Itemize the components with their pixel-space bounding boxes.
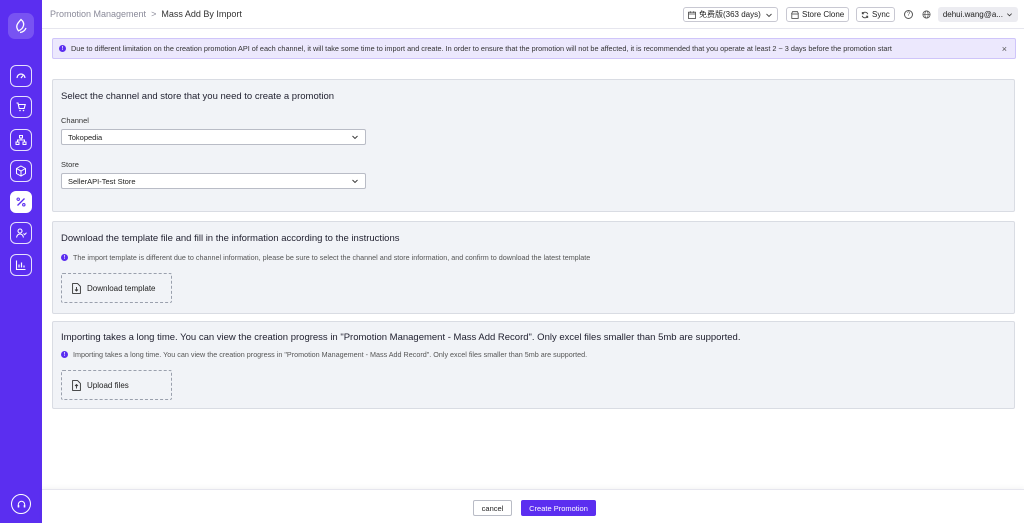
store-icon <box>791 10 799 19</box>
sync-button[interactable]: Sync <box>856 7 895 22</box>
notice-text: Due to different limitation on the creat… <box>71 44 892 53</box>
store-value: SellerAPI-Test Store <box>68 176 136 186</box>
upload-hint: ! Importing takes a long time. You can v… <box>61 350 587 359</box>
chart-icon <box>15 260 26 271</box>
channel-value: Tokopedia <box>68 132 103 142</box>
upload-files-button[interactable]: Upload files <box>61 370 172 400</box>
sidebar-item-dashboard[interactable] <box>10 65 32 87</box>
cart-icon <box>16 102 26 112</box>
upload-files-card: Importing takes a long time. You can vie… <box>52 321 1015 409</box>
plan-selector[interactable]: 免费版(363 days) <box>683 7 778 22</box>
info-icon: ! <box>59 45 66 52</box>
file-download-icon <box>72 282 81 294</box>
footer-bar: cancel Create Promotion <box>42 489 1024 523</box>
info-icon: ! <box>61 254 68 261</box>
download-template-card: Download the template file and fill in t… <box>52 221 1015 314</box>
chevron-down-icon <box>352 135 358 140</box>
customers-icon <box>15 228 27 238</box>
sidebar-item-support[interactable] <box>11 494 31 514</box>
store-clone-label: Store Clone <box>802 10 845 19</box>
logo-icon <box>16 18 27 34</box>
sitemap-icon <box>15 135 27 145</box>
store-select[interactable]: SellerAPI-Test Store <box>61 173 366 189</box>
channel-store-title: Select the channel and store that you ne… <box>61 91 335 102</box>
chevron-down-icon <box>352 179 358 184</box>
plan-label: 免费版(363 days) <box>699 10 761 19</box>
download-button-label: Download template <box>87 283 156 293</box>
user-menu[interactable]: dehui.wang@a... <box>937 7 1018 22</box>
breadcrumb: Promotion Management > Mass Add By Import <box>50 9 242 19</box>
chevron-down-icon <box>1007 13 1012 17</box>
download-hint: ! The import template is different due t… <box>61 253 590 262</box>
download-hint-text: The import template is different due to … <box>73 253 591 262</box>
cancel-button[interactable]: cancel <box>473 500 512 516</box>
user-label: dehui.wang@a... <box>942 10 1003 19</box>
main-content: ! Due to different limitation on the cre… <box>42 29 1024 489</box>
sync-icon <box>861 11 869 18</box>
calendar-icon <box>688 10 696 19</box>
store-clone-button[interactable]: Store Clone <box>786 7 850 22</box>
download-template-button[interactable]: Download template <box>61 273 172 303</box>
chevron-down-icon <box>765 13 772 17</box>
headset-icon <box>17 500 25 508</box>
sidebar-item-promotions[interactable] <box>10 191 32 213</box>
sidebar-item-products[interactable] <box>10 160 32 182</box>
sidebar-item-orders[interactable] <box>10 96 32 118</box>
dashboard-icon <box>16 73 26 79</box>
sidebar-item-customers[interactable] <box>10 222 32 244</box>
close-icon[interactable]: × <box>1002 44 1007 54</box>
app-logo[interactable] <box>8 13 34 39</box>
channel-select[interactable]: Tokopedia <box>61 129 366 145</box>
sidebar-item-structure[interactable] <box>10 129 32 151</box>
store-label: Store <box>61 160 79 169</box>
sidebar-item-reports[interactable] <box>10 254 32 276</box>
info-icon: ! <box>61 351 68 358</box>
globe-icon[interactable] <box>922 10 931 19</box>
upload-title: Importing takes a long time. You can vie… <box>61 332 741 343</box>
create-promotion-button[interactable]: Create Promotion <box>521 500 596 516</box>
channel-store-card: Select the channel and store that you ne… <box>52 79 1015 212</box>
sync-label: Sync <box>872 10 890 19</box>
breadcrumb-current: Mass Add By Import <box>161 9 242 19</box>
breadcrumb-parent[interactable]: Promotion Management <box>50 9 146 19</box>
channel-label: Channel <box>61 116 89 125</box>
box-icon <box>16 165 26 177</box>
percent-icon <box>16 197 26 207</box>
download-title: Download the template file and fill in t… <box>61 233 400 244</box>
upload-hint-text: Importing takes a long time. You can vie… <box>73 350 588 359</box>
help-icon[interactable]: ? <box>904 10 913 19</box>
breadcrumb-separator: > <box>151 9 157 19</box>
top-bar: Promotion Management > Mass Add By Import … <box>42 0 1024 29</box>
upload-button-label: Upload files <box>87 380 129 390</box>
file-upload-icon <box>72 379 81 391</box>
sidebar <box>0 0 42 523</box>
notice-banner: ! Due to different limitation on the cre… <box>52 38 1016 59</box>
